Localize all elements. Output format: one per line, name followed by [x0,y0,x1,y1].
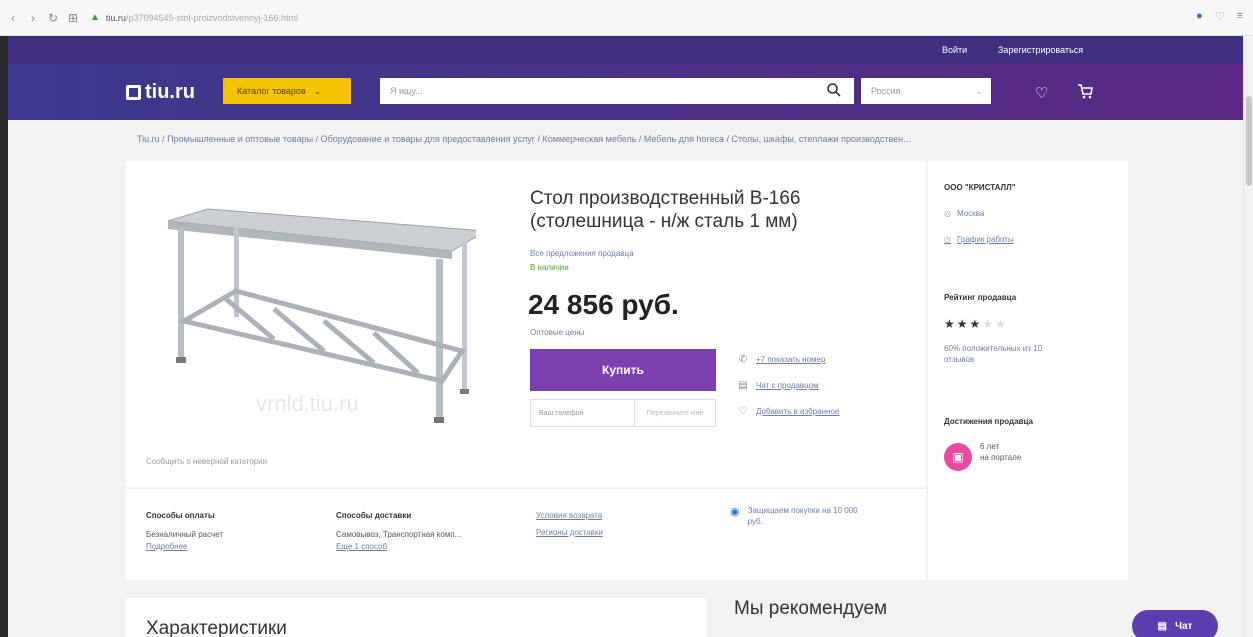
breadcrumb[interactable]: Tiu.ru / Промышленные и оптовые товары /… [137,134,1137,144]
delivery-regions-link[interactable]: Регионы доставки [536,528,603,537]
product-price: 24 856 руб. [528,289,679,320]
location-pin-icon: ◎ [944,209,951,218]
scrollbar-thumb[interactable] [1246,96,1252,186]
seller-name[interactable]: ООО "КРИСТАЛЛ" [944,183,1016,192]
seller-city-label: Москва [956,209,985,218]
browser-toolbar: ‹ › ↻ ⊞ ▲ tiu.ru /p37094545-stol-proizvo… [0,0,1253,36]
payment-title: Способы оплаты [146,511,215,520]
logo-text: tiu.ru [145,81,195,103]
reviews-link[interactable]: 60% положительных из 10 отзывов [944,343,1064,365]
logo-mark-icon [126,85,141,100]
characteristics-card: Характеристики [126,598,706,637]
payment-column: Способы оплаты Безналичный расчет Подроб… [146,511,223,559]
characteristics-title: Характеристики [146,618,287,637]
apps-icon[interactable]: ⊞ [66,11,80,25]
product-title: Стол производственный В-166 (столешница … [530,188,801,232]
search-placeholder: Я ищу... [390,86,423,96]
add-favorite-label: Добавить в избранное [756,406,840,416]
image-watermark: vrnld.tiu.ru [256,391,359,416]
return-column: Условия возврата Регионы доставки [536,511,603,545]
report-category-link[interactable]: Сообщить о неверной категории [146,457,267,466]
star-empty-icon: ★ [995,317,1008,331]
chevron-down-icon: ⌄ [313,85,322,96]
phone-input[interactable]: Ваш телефон [531,400,635,426]
seller-card: ООО "КРИСТАЛЛ" ◎ Москва ◷ График работы … [928,161,1128,580]
chat-with-seller-link[interactable]: ▤ Чат с продавцом [736,375,839,395]
chat-button[interactable]: ▤ Чат [1132,610,1218,637]
bookmark-icon[interactable]: ♡ [1215,10,1225,23]
catalog-label: Каталог товаров [237,86,306,96]
star-empty-icon: ★ [982,317,996,331]
callback-form: Ваш телефон Перезвоните мне [530,399,716,427]
login-link[interactable]: Войти [942,45,967,55]
buy-button[interactable]: Купить [530,349,716,391]
catalog-button[interactable]: Каталог товаров ⌄ [223,78,351,104]
lock-icon: ▲ [90,12,100,23]
site-logo[interactable]: tiu.ru [126,81,195,104]
years-label: на портале [980,453,1022,462]
shipping-title: Способы доставки [336,511,412,520]
menu-icon[interactable]: ≡ [1237,10,1243,23]
region-select[interactable]: Россия ⌄ [861,78,991,104]
payment-more-link[interactable]: Подробнее [146,542,223,551]
portal-years-badge-icon: ▣ [944,443,972,471]
rating-title: Рейтинг продавца [944,293,1017,302]
payment-text: Безналичный расчет [146,530,224,539]
show-phone-link[interactable]: ✆ +7 показать номер [736,349,839,369]
search-icon[interactable] [826,82,842,98]
schedule-link[interactable]: ◷ График работы [944,235,1014,244]
heart-icon: ♡ [738,405,748,417]
show-phone-label: +7 показать номер [756,354,826,364]
clock-icon: ◷ [944,235,951,244]
region-value: Россия [871,86,901,96]
extension-icon[interactable]: ● [1196,10,1203,23]
chat-icon: ▤ [1157,620,1167,632]
chat-label: Чат [1174,620,1193,632]
shipping-text: Самовывоз, Транспортная комп... [336,530,462,539]
cart-icon[interactable] [1076,82,1094,100]
return-conditions-link[interactable]: Условия возврата [536,511,603,520]
stock-status: В наличии [530,263,569,272]
shield-icon: ◉ [730,506,740,518]
window-edge [0,36,8,637]
back-icon[interactable]: ‹ [6,11,20,25]
portal-years: 6 лет на портале [980,441,1021,463]
forward-icon[interactable]: › [26,11,40,25]
chat-with-seller-label: Чат с продавцом [756,380,819,390]
top-strip: Войти Зарегистрироваться [8,36,1243,64]
star-icon: ★ [944,317,957,331]
buyer-protection[interactable]: ◉ Защищаем покупки на 10 000 руб. [730,505,868,527]
schedule-label: График работы [956,235,1014,244]
shipping-column: Способы доставки Самовывоз, Транспортная… [336,511,461,559]
wholesale-prices-link[interactable]: Оптовые цены [530,328,584,337]
recommend-title: Мы рекомендуем [734,598,888,619]
favorites-heart-icon[interactable]: ♡ [1035,84,1048,102]
contact-actions: ✆ +7 показать номер ▤ Чат с продавцом ♡ … [736,349,839,427]
url-domain: tiu.ru [105,12,126,23]
all-offers-link[interactable]: Все предложения продавца [530,249,634,258]
search-input[interactable]: Я ищу... [380,78,854,104]
chat-icon: ▤ [738,379,748,391]
seller-city[interactable]: ◎ Москва [944,209,984,218]
callback-button[interactable]: Перезвоните мне [635,400,715,426]
product-card: vrnld.tiu.ru Сообщить о неверной категор… [126,161,926,487]
protection-text: Защищаем покупки на 10 000 руб. [747,506,858,526]
main-header: tiu.ru Каталог товаров ⌄ Я ищу... Россия… [8,64,1243,120]
address-bar[interactable]: ▲ tiu.ru /p37094545-stol-proizvodstvenny… [90,9,510,27]
seller-rating-stars: ★★★★★ [944,317,1008,331]
register-link[interactable]: Зарегистрироваться [998,45,1083,55]
chevron-down-icon: ⌄ [975,85,983,96]
phone-icon: ✆ [738,353,748,365]
delivery-payment-section: Способы оплаты Безналичный расчет Подроб… [126,488,926,580]
url-path: /p37094545-stol-proizvodstvennyj-166.htm… [125,12,299,23]
add-favorite-link[interactable]: ♡ Добавить в избранное [736,401,840,421]
years-count: 6 лет [980,442,1000,451]
reload-icon[interactable]: ↻ [46,11,60,25]
star-icon: ★ [969,317,983,331]
page-scrollbar[interactable] [1243,36,1253,637]
shipping-more-link[interactable]: Еще 1 способ [336,542,461,551]
star-icon: ★ [956,317,970,331]
achievements-title: Достижения продавца [944,417,1033,426]
